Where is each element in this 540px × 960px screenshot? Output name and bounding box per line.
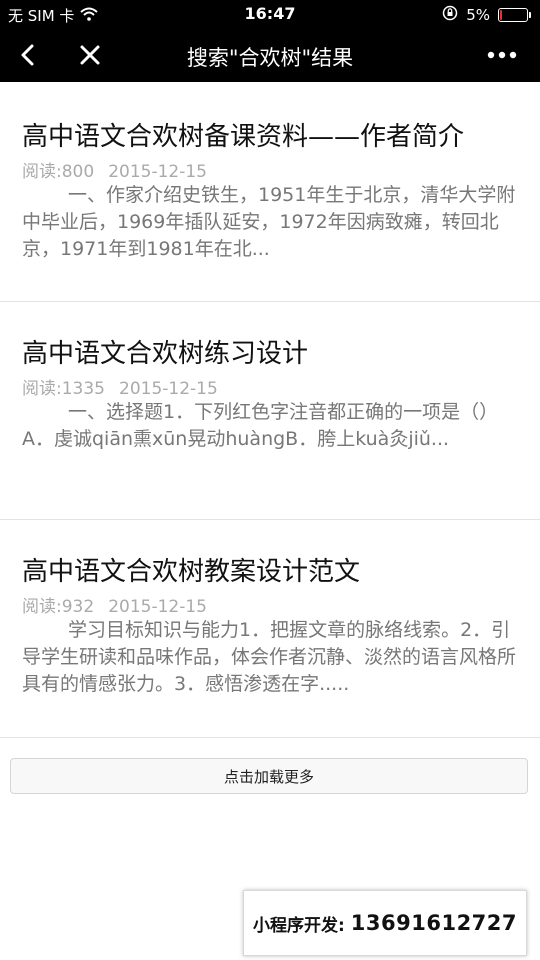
- battery-level: [500, 10, 502, 20]
- mini-program-ad[interactable]: 小程序开发: 13691612727: [243, 890, 527, 956]
- article-summary: 一、作家介绍史铁生，1951年生于北京，清华大学附中毕业后，1969年插队延安，…: [22, 184, 516, 260]
- battery-icon: [498, 8, 531, 22]
- article-meta: 阅读:800 2015-12-15: [22, 157, 207, 182]
- status-right: 5%: [442, 5, 531, 25]
- article-item[interactable]: 高中语文合欢树练习设计 阅读:1335 2015-12-15 一、选择题1．下列红…: [0, 301, 540, 520]
- article-summary: 学习目标知识与能力1．把握文章的脉络线索。2．引导学生研读和品味作品，体会作者沉…: [22, 619, 516, 695]
- battery-percent: 5%: [466, 6, 490, 24]
- orientation-lock-icon: [442, 5, 458, 25]
- article-meta: 阅读:932 2015-12-15: [22, 592, 207, 617]
- article-title[interactable]: 高中语文合欢树教案设计范文: [22, 551, 520, 588]
- more-button[interactable]: [484, 38, 520, 72]
- nav-bar: 搜索"合欢树"结果: [0, 28, 540, 82]
- more-dots-icon: [487, 51, 517, 59]
- article-title[interactable]: 高中语文合欢树备课资料——作者简介: [22, 116, 520, 153]
- article-title[interactable]: 高中语文合欢树练习设计: [22, 333, 520, 370]
- ad-phone[interactable]: 13691612727: [351, 911, 517, 935]
- article-summary: 一、选择题1．下列红色字注音都正确的一项是（）A．虔诚qiān熏xūn晃动huà…: [22, 401, 499, 450]
- load-more-button[interactable]: 点击加载更多: [10, 758, 528, 794]
- ad-label: 小程序开发:: [252, 915, 345, 936]
- article-read-count: 阅读:800: [22, 162, 95, 182]
- article-read-count: 阅读:932: [22, 597, 95, 617]
- article-read-count: 阅读:1335: [22, 379, 105, 399]
- article-date: 2015-12-15: [108, 597, 207, 617]
- article-meta: 阅读:1335 2015-12-15: [22, 374, 218, 399]
- article-item[interactable]: 高中语文合欢树教案设计范文 阅读:932 2015-12-15 学习目标知识与能力…: [0, 519, 540, 738]
- article-date: 2015-12-15: [119, 379, 218, 399]
- status-bar: 无 SIM 卡 16:47 5%: [0, 0, 540, 28]
- article-item[interactable]: 高中语文合欢树备课资料——作者简介 阅读:800 2015-12-15 一、作家介…: [0, 82, 540, 302]
- page-title: 搜索"合欢树"结果: [186, 46, 354, 70]
- article-date: 2015-12-15: [108, 162, 207, 182]
